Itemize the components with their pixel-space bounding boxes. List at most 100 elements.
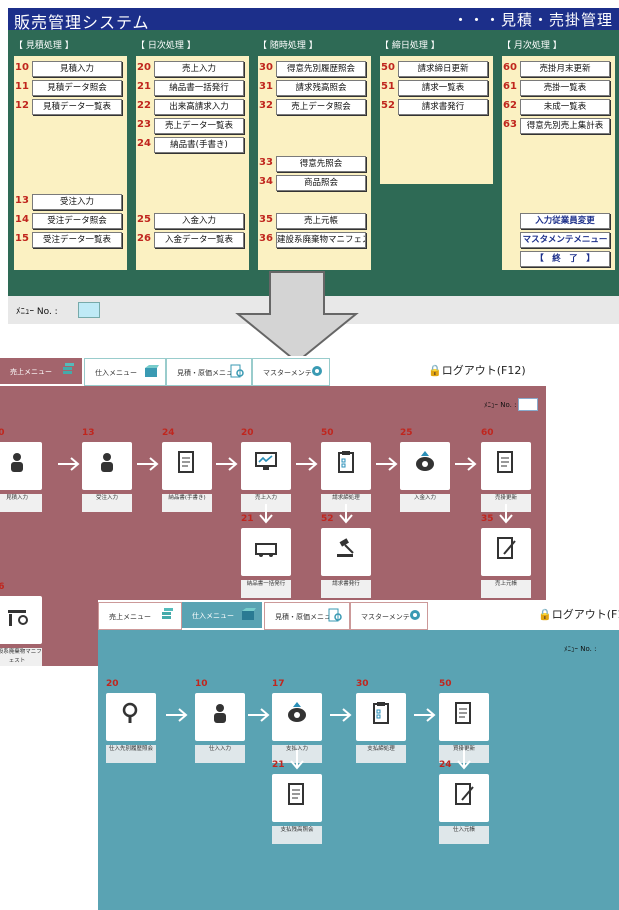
menu-item-number: 61 bbox=[503, 81, 517, 92]
legacy-menu-item: 25 入金入力 bbox=[136, 211, 249, 230]
legacy-menu-button[interactable]: 見積データ一覧表 bbox=[32, 99, 122, 115]
tab-purchase-label: 仕入メニュー bbox=[192, 612, 234, 620]
legacy-menu-button[interactable]: 請求残高照会 bbox=[276, 80, 366, 96]
legacy-menu-button[interactable]: 得意先照会 bbox=[276, 156, 366, 172]
down-arrow-icon bbox=[457, 750, 471, 770]
flow-node-caption: 売上元帳 bbox=[481, 580, 531, 598]
legacy-menu-button[interactable]: 【 終 了 】 bbox=[520, 251, 610, 267]
menu-number-input[interactable] bbox=[518, 398, 538, 411]
flow-node-caption: 建設系廃棄物マニフェスト bbox=[0, 648, 42, 666]
legacy-column-header: 【 締日処理 】 bbox=[380, 38, 493, 54]
menu-item-number: 24 bbox=[137, 138, 151, 149]
tab-master-label: マスターメンテ bbox=[263, 369, 312, 377]
legacy-menu-button[interactable]: 入力従業員変更 bbox=[520, 213, 610, 229]
legacy-menu-item: 35 売上元帳 bbox=[258, 211, 371, 230]
flow-node-number: 25 bbox=[400, 428, 413, 438]
legacy-menu-item: 15 受注データ一覧表 bbox=[14, 230, 127, 249]
legacy-app-subtitle: ・・・見積・売掛管理 bbox=[452, 11, 613, 29]
legacy-menu-button[interactable]: 建設系廃棄物マニフェスト bbox=[276, 232, 366, 248]
logout-button[interactable]: 🔒ログアウト(F12) bbox=[538, 606, 619, 626]
logout-button[interactable]: 🔒ログアウト(F12) bbox=[428, 362, 526, 382]
legacy-menu-button[interactable]: 得意先別売上集計表 bbox=[520, 118, 610, 134]
legacy-menu-button[interactable]: 請求締日更新 bbox=[398, 61, 488, 77]
legacy-menu-item: 13 受注入力 bbox=[14, 192, 127, 211]
legacy-menu-button[interactable]: マスタメンテメニュー bbox=[520, 232, 610, 248]
legacy-menu-button[interactable]: 受注データ照会 bbox=[32, 213, 122, 229]
legacy-menu-button[interactable]: 見積入力 bbox=[32, 61, 122, 77]
tab-sales[interactable]: 売上メニュー bbox=[98, 602, 182, 630]
tab-purchase[interactable]: 仕入メニュー bbox=[84, 358, 166, 386]
person-icon bbox=[195, 693, 245, 741]
menu-item-number: 51 bbox=[381, 81, 395, 92]
legacy-menu-button[interactable]: 出来高請求入力 bbox=[154, 99, 244, 115]
clip-icon bbox=[321, 442, 371, 490]
legacy-menu-item: 24 納品書(手書き) bbox=[136, 135, 249, 154]
legacy-menu-button[interactable]: 売上データ照会 bbox=[276, 99, 366, 115]
legacy-menu-item: 【 終 了 】 bbox=[502, 249, 615, 268]
doc-icon bbox=[481, 442, 531, 490]
tab-sales[interactable]: 売上メニュー bbox=[0, 358, 82, 384]
pig-icon bbox=[272, 693, 322, 741]
legacy-menu-item: 32 売上データ照会 bbox=[258, 97, 371, 116]
tab-purchase[interactable]: 仕入メニュー bbox=[182, 602, 262, 628]
flow-node-number: 24 bbox=[439, 760, 452, 770]
legacy-menu-button[interactable]: 受注入力 bbox=[32, 194, 122, 210]
legacy-menu-item: 10 見積入力 bbox=[14, 59, 127, 78]
flow-node-caption: 支払締処理 bbox=[356, 745, 406, 763]
legacy-menu-item: 52 請求書発行 bbox=[380, 97, 493, 116]
tab-master[interactable]: マスターメンテ bbox=[252, 358, 330, 386]
flow-node-number: 50 bbox=[321, 428, 334, 438]
legacy-menu-button[interactable]: 売上元帳 bbox=[276, 213, 366, 229]
pen-icon bbox=[439, 774, 489, 822]
flow-node-caption: 仕入入力 bbox=[195, 745, 245, 763]
legacy-menu-button[interactable]: 受注データ一覧表 bbox=[32, 232, 122, 248]
legacy-column-header: 【 見積処理 】 bbox=[14, 38, 127, 54]
legacy-menu-button[interactable]: 入金データ一覧表 bbox=[154, 232, 244, 248]
menu-number-label: ﾒﾆｭｰ No. : bbox=[564, 645, 597, 653]
down-arrow-icon bbox=[290, 750, 304, 770]
legacy-menu-button[interactable]: 売掛月末更新 bbox=[520, 61, 610, 77]
flow-node-caption: 納品書一括発行 bbox=[241, 580, 291, 598]
tab-estimate[interactable]: 見積・原価メニュー bbox=[264, 602, 350, 630]
menu-item-number: 11 bbox=[15, 81, 29, 92]
legacy-menu-button[interactable]: 納品書(手書き) bbox=[154, 137, 244, 153]
menu-item-number: 35 bbox=[259, 214, 273, 225]
document-search-icon bbox=[230, 364, 244, 378]
box-icon bbox=[242, 608, 256, 620]
right-arrow-icon bbox=[455, 457, 477, 471]
legacy-menu-button[interactable]: 納品書一括発行 bbox=[154, 80, 244, 96]
flow-node-caption: 納品書(手書き) bbox=[162, 494, 212, 512]
right-arrow-icon bbox=[296, 457, 318, 471]
legacy-column-header: 【 日次処理 】 bbox=[136, 38, 249, 54]
lock-icon: 🔒 bbox=[538, 608, 552, 621]
legacy-column: 【 随時処理 】 30 得意先別履歴照会 31 請求残高照会 32 売上データ照会 33 得意先… bbox=[258, 38, 371, 294]
legacy-menu-item: 63 得意先別売上集計表 bbox=[502, 116, 615, 135]
legacy-menu-button[interactable]: 得意先別履歴照会 bbox=[276, 61, 366, 77]
down-arrow-icon bbox=[235, 271, 359, 364]
menu-number-label: ﾒﾆｭｰ No. : bbox=[16, 307, 58, 317]
tab-bar: 売上メニュー 仕入メニュー 見積・原価メニュー マスターメンテ 🔒ログアウト(F… bbox=[0, 356, 546, 386]
menu-item-number: 10 bbox=[15, 62, 29, 73]
legacy-menu-button[interactable]: 見積データ照会 bbox=[32, 80, 122, 96]
legacy-menu-button[interactable]: 請求一覧表 bbox=[398, 80, 488, 96]
legacy-menu-button[interactable]: 売上データ一覧表 bbox=[154, 118, 244, 134]
down-arrow-icon bbox=[339, 504, 353, 524]
right-arrow-icon bbox=[216, 457, 238, 471]
legacy-menu-button[interactable]: 売上入力 bbox=[154, 61, 244, 77]
legacy-menu-item: 14 受注データ照会 bbox=[14, 211, 127, 230]
legacy-menu-button[interactable]: 入金入力 bbox=[154, 213, 244, 229]
menu-item-number: 23 bbox=[137, 119, 151, 130]
menu-number-input[interactable] bbox=[78, 302, 100, 318]
legacy-menu-button[interactable]: 未成一覧表 bbox=[520, 99, 610, 115]
coins-icon bbox=[162, 608, 173, 619]
down-arrow-icon bbox=[499, 504, 513, 524]
legacy-menu-button[interactable]: 売掛一覧表 bbox=[520, 80, 610, 96]
flow-node-number: 30 bbox=[356, 679, 369, 689]
tab-master[interactable]: マスターメンテ bbox=[350, 602, 428, 630]
legacy-menu-item: マスタメンテメニュー bbox=[502, 230, 615, 249]
legacy-menu-button[interactable]: 請求書発行 bbox=[398, 99, 488, 115]
right-arrow-icon bbox=[166, 708, 188, 722]
monitor-icon bbox=[241, 442, 291, 490]
legacy-menu-button[interactable]: 商品照会 bbox=[276, 175, 366, 191]
tab-estimate[interactable]: 見積・原価メニュー bbox=[166, 358, 252, 386]
